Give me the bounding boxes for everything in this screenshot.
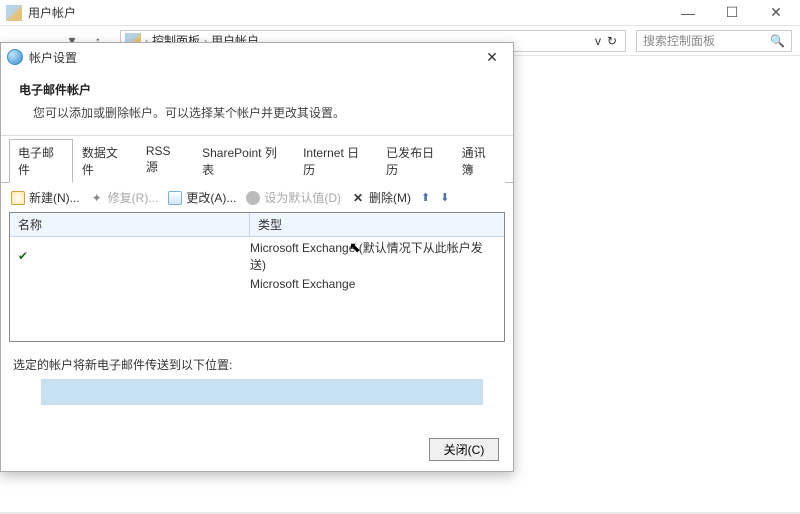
user-accounts-icon xyxy=(6,5,22,21)
move-up-button[interactable]: ⬆ xyxy=(421,191,430,204)
tab-internet-cal[interactable]: Internet 日历 xyxy=(294,139,377,183)
change-button[interactable]: 更改(A)... xyxy=(168,189,236,206)
dialog-titlebar: 帐户设置 ✕ xyxy=(1,43,513,71)
dialog-icon xyxy=(7,49,23,65)
tab-email[interactable]: 电子邮件 xyxy=(9,139,73,183)
tab-rss[interactable]: RSS 源 xyxy=(137,139,193,183)
row-type-cell: Microsoft Exchange (默认情况下从此帐户发送) xyxy=(250,239,496,273)
list-row[interactable]: Microsoft Exchange xyxy=(10,275,504,293)
dialog-footer: 关闭(C) xyxy=(1,428,513,471)
delete-button[interactable]: ✕ 删除(M) xyxy=(351,189,411,206)
dialog-header-block: 电子邮件帐户 您可以添加或删除帐户。可以选择某个帐户并更改其设置。 xyxy=(1,71,513,136)
dialog-tabs: 电子邮件 数据文件 RSS 源 SharePoint 列表 Internet 日… xyxy=(1,138,513,182)
new-label: 新建(N)... xyxy=(29,189,80,206)
set-default-label: 设为默认值(D) xyxy=(264,189,341,206)
search-input[interactable]: 搜索控制面板 🔍 xyxy=(636,30,792,52)
dialog-close-button[interactable]: ✕ xyxy=(477,46,507,68)
set-default-button: 设为默认值(D) xyxy=(246,189,341,206)
search-placeholder: 搜索控制面板 xyxy=(643,32,715,49)
maximize-button[interactable]: ☐ xyxy=(710,0,754,26)
repair-icon: ✦ xyxy=(90,191,104,205)
dialog-title: 帐户设置 xyxy=(29,49,477,66)
tab-contacts[interactable]: 通讯簿 xyxy=(453,139,505,183)
minimize-button[interactable]: — xyxy=(666,0,710,26)
default-icon xyxy=(246,191,260,205)
search-icon: 🔍 xyxy=(770,34,785,48)
repair-button: ✦ 修复(R)... xyxy=(90,189,159,206)
close-button[interactable]: 关闭(C) xyxy=(429,438,499,461)
check-icon: ✔ xyxy=(18,249,34,263)
breadcrumb-dropdown-icon[interactable]: v xyxy=(595,34,601,48)
tab-datafiles[interactable]: 数据文件 xyxy=(73,139,137,183)
account-list: 名称 类型 ✔ Microsoft Exchange (默认情况下从此帐户发送)… xyxy=(9,212,505,342)
breadcrumb-refresh-icon[interactable]: ↻ xyxy=(607,34,617,48)
dialog-toolbar: 新建(N)... ✦ 修复(R)... 更改(A)... 设为默认值(D) ✕ … xyxy=(1,183,513,212)
main-titlebar: 用户帐户 — ☐ ✕ xyxy=(0,0,800,26)
new-icon xyxy=(11,191,25,205)
account-settings-dialog: 帐户设置 ✕ 电子邮件帐户 您可以添加或删除帐户。可以选择某个帐户并更改其设置。… xyxy=(0,42,514,472)
deliver-label: 选定的帐户将新电子邮件传送到以下位置: xyxy=(13,356,513,373)
col-name[interactable]: 名称 xyxy=(10,213,250,236)
change-label: 更改(A)... xyxy=(186,189,236,206)
dialog-heading: 电子邮件帐户 xyxy=(19,81,495,98)
delete-icon: ✕ xyxy=(351,191,365,205)
main-window-title: 用户帐户 xyxy=(28,4,666,21)
change-icon xyxy=(168,191,182,205)
deliver-value xyxy=(41,379,483,405)
move-down-button[interactable]: ⬇ xyxy=(440,191,449,204)
window-buttons: — ☐ ✕ xyxy=(666,0,798,26)
main-close-button[interactable]: ✕ xyxy=(754,0,798,26)
breadcrumb-right-controls: v ↻ xyxy=(595,34,621,48)
row-type-cell: Microsoft Exchange xyxy=(250,277,496,291)
repair-label: 修复(R)... xyxy=(108,189,159,206)
new-button[interactable]: 新建(N)... xyxy=(11,189,80,206)
tab-sharepoint[interactable]: SharePoint 列表 xyxy=(193,139,294,183)
tab-pub-cal[interactable]: 已发布日历 xyxy=(377,139,452,183)
col-type[interactable]: 类型 xyxy=(250,213,504,236)
dialog-description: 您可以添加或删除帐户。可以选择某个帐户并更改其设置。 xyxy=(19,104,495,121)
list-header: 名称 类型 xyxy=(10,213,504,237)
list-row[interactable]: ✔ Microsoft Exchange (默认情况下从此帐户发送) xyxy=(10,237,504,275)
delete-label: 删除(M) xyxy=(369,189,411,206)
